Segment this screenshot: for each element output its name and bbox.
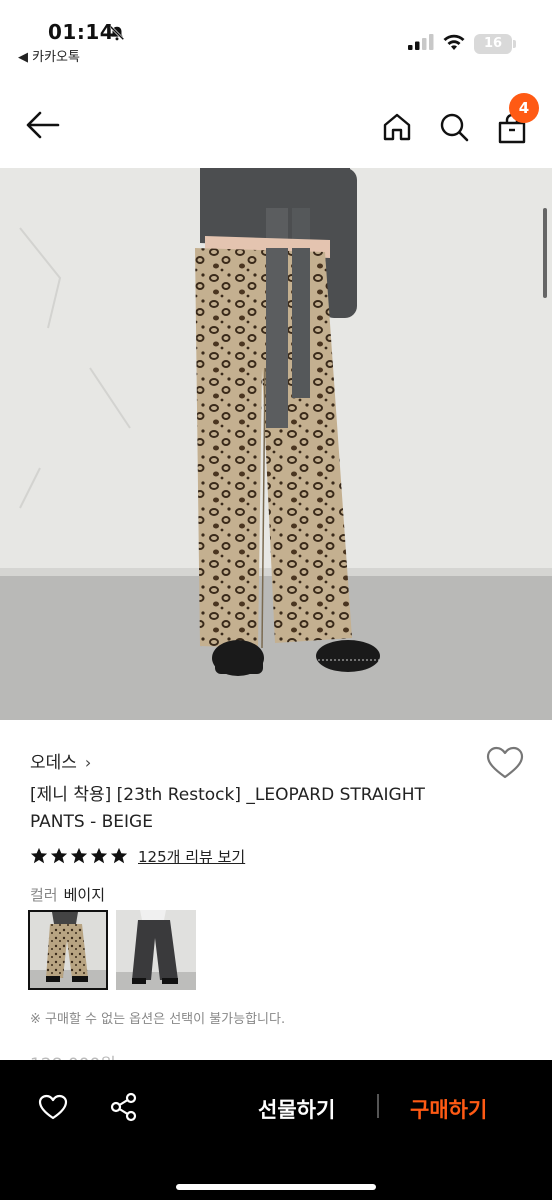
star-icon: [50, 847, 68, 864]
gift-button[interactable]: 선물하기: [258, 1094, 335, 1124]
back-to-app-link[interactable]: ◀ 카카오톡: [18, 46, 80, 65]
star-icon: [30, 847, 48, 864]
search-icon[interactable]: [439, 112, 469, 142]
divider: [377, 1094, 379, 1118]
swatch-thumbnail: [30, 912, 106, 988]
option-notice: ※ 구매할 수 없는 옵션은 선택이 불가능합니다.: [30, 1012, 286, 1027]
heart-icon[interactable]: [38, 1094, 68, 1120]
rating-row: 125개 리뷰 보기: [30, 845, 245, 867]
cell-signal-icon: [408, 34, 434, 50]
cart-count-badge: 4: [509, 93, 539, 123]
price-text: 128,000원: [30, 1050, 116, 1060]
heart-icon[interactable]: [486, 746, 524, 780]
wifi-icon: [443, 34, 465, 50]
star-icon: [110, 847, 128, 864]
brand-link[interactable]: 오데스 ›: [30, 748, 91, 773]
swatch-thumbnail: [116, 910, 196, 990]
option-value: 베이지: [63, 886, 106, 904]
review-link[interactable]: 125개 리뷰 보기: [138, 846, 245, 867]
brand-name: 오데스: [30, 753, 77, 773]
color-swatch-charcoal[interactable]: [116, 910, 196, 990]
option-key: 컬러: [30, 886, 58, 904]
star-rating: [30, 847, 128, 865]
share-icon[interactable]: [110, 1092, 138, 1122]
battery-tip: [513, 40, 516, 48]
buy-button[interactable]: 구매하기: [410, 1094, 487, 1124]
status-bar: 01:14 ◀ 카카오톡 16: [0, 0, 552, 70]
bottom-action-bar: 선물하기 구매하기: [0, 1060, 552, 1200]
chevron-right-icon: ›: [84, 753, 92, 772]
bell-muted-icon: [109, 25, 125, 41]
product-image[interactable]: [0, 168, 552, 720]
scrollbar[interactable]: [543, 208, 547, 298]
product-title: [제니 착용] [23th Restock] _LEOPARD STRAIGHT…: [30, 785, 425, 832]
status-time: 01:14: [48, 20, 115, 44]
star-icon: [70, 847, 88, 864]
option-label: 컬러 베이지: [30, 884, 105, 905]
top-nav-bar: [0, 84, 552, 168]
color-swatch-beige[interactable]: [28, 910, 108, 990]
product-photo: [0, 168, 552, 720]
battery-level: 16: [474, 34, 512, 54]
home-icon[interactable]: [382, 112, 412, 142]
home-indicator[interactable]: [176, 1184, 376, 1190]
star-icon: [90, 847, 108, 864]
back-arrow-icon[interactable]: [26, 110, 60, 140]
